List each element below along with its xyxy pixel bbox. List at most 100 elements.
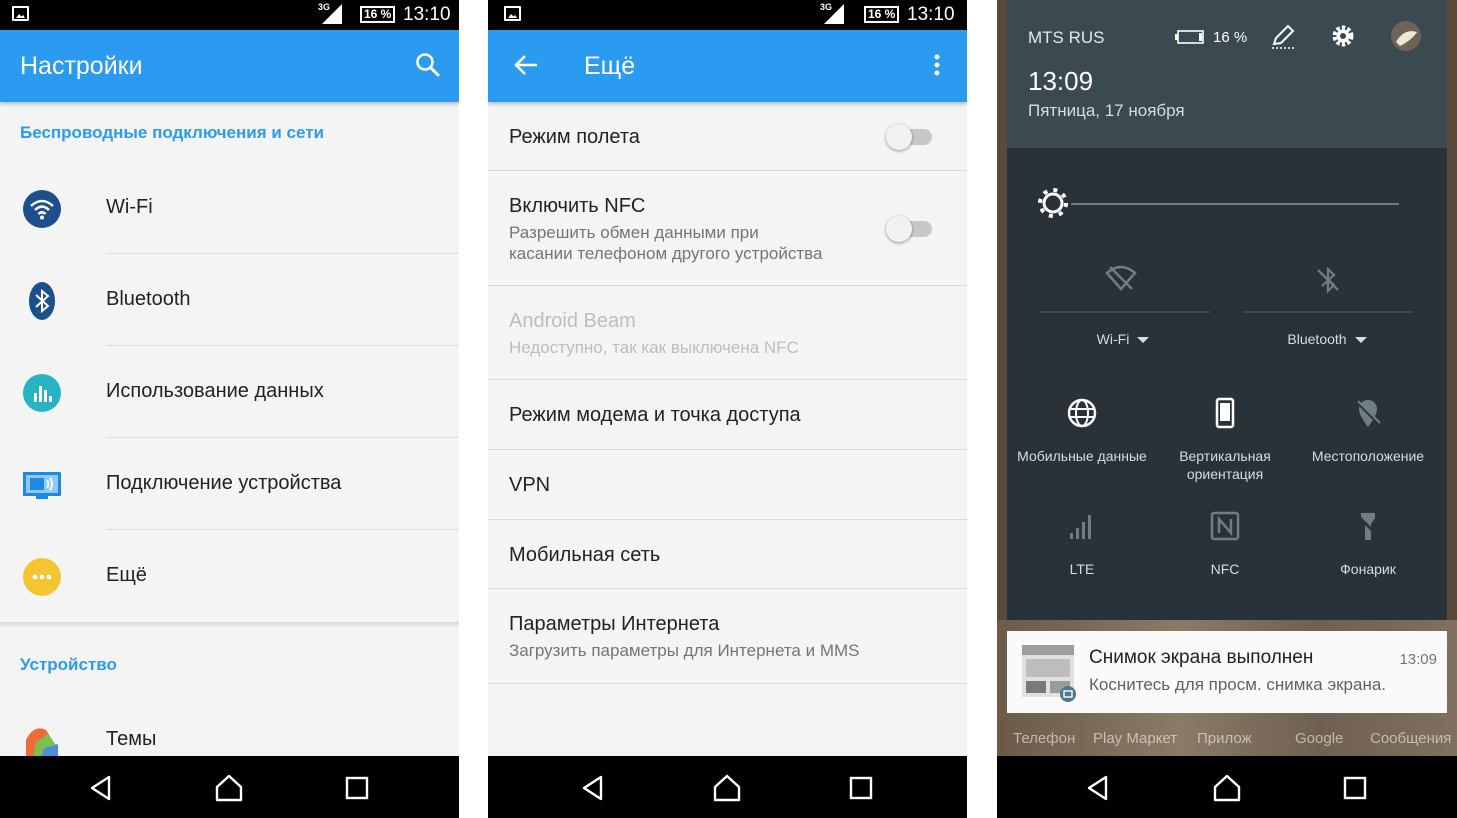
wifi-tile[interactable]: Wi-Fi xyxy=(1053,330,1193,348)
item-title: Android Beam xyxy=(509,310,636,332)
brightness-icon xyxy=(1038,188,1068,218)
quick-settings-screen: Телефон Play Маркет Прилож Google Сообще… xyxy=(997,0,1457,818)
section-wireless-header: Беспроводные подключения и сети xyxy=(20,123,325,142)
notification-time: 13:09 xyxy=(1399,651,1437,668)
nfc-tile[interactable]: NFC xyxy=(1155,560,1295,578)
settings-item-label: Ещё xyxy=(106,564,147,586)
dock-app-label: Телефон xyxy=(1013,730,1076,747)
user-avatar[interactable] xyxy=(1390,20,1422,52)
tile-label: Wi-Fi xyxy=(1096,331,1130,347)
globe-icon[interactable] xyxy=(1065,396,1099,430)
more-settings-screen: 3G 16 % 13:10 Ещё Режим полета Включить … xyxy=(488,0,967,818)
home-nav-icon[interactable] xyxy=(1212,773,1242,803)
mobile-data-tile[interactable]: Мобильные данные xyxy=(1012,447,1152,465)
item-subtitle: Загрузить параметры для Интернета и MMS xyxy=(509,641,860,660)
qs-clock: 13:09 xyxy=(1028,66,1094,96)
data-usage-icon xyxy=(23,374,61,412)
app-bar: Настройки xyxy=(0,30,459,102)
settings-item-device-connection[interactable]: Подключение устройства xyxy=(0,438,459,530)
settings-item-label: Использование данных xyxy=(106,380,324,402)
mobile-network-item[interactable]: Мобильная сеть xyxy=(488,520,967,589)
page-title: Ещё xyxy=(584,52,636,80)
phone-portrait-icon[interactable] xyxy=(1208,396,1242,430)
settings-item-label: Подключение устройства xyxy=(106,472,342,494)
device-connection-icon xyxy=(23,472,61,499)
flashlight-off-icon[interactable] xyxy=(1351,509,1385,543)
battery-indicator: 16 % xyxy=(360,6,396,23)
airplane-mode-item[interactable]: Режим полета xyxy=(488,102,967,171)
item-subtitle: Недоступно, так как выключена NFC xyxy=(509,338,799,357)
nfc-toggle[interactable] xyxy=(886,216,932,242)
item-title: Включить NFC xyxy=(509,195,646,217)
wifi-icon xyxy=(23,190,61,228)
clock: 13:10 xyxy=(403,4,451,25)
recents-nav-icon[interactable] xyxy=(846,773,876,803)
screenshot-thumbnail-icon xyxy=(1022,645,1076,702)
screenshot-notification[interactable]: Снимок экрана выполнен 13:09 Коснитесь д… xyxy=(1007,631,1447,713)
nfc-icon[interactable] xyxy=(1208,509,1242,543)
bluetooth-tile[interactable]: Bluetooth xyxy=(1257,330,1397,348)
settings-item-label: Темы xyxy=(106,728,157,750)
lte-tile[interactable]: LTE xyxy=(1012,560,1152,578)
nfc-item[interactable]: Включить NFC Разрешить обмен данными при… xyxy=(488,171,967,286)
signal-bars-icon[interactable] xyxy=(1065,509,1099,543)
dropdown-caret-icon xyxy=(1137,337,1150,344)
dropdown-caret-icon xyxy=(1354,337,1367,344)
search-icon[interactable] xyxy=(413,50,443,80)
clock: 13:10 xyxy=(907,4,955,25)
settings-item-label: Wi-Fi xyxy=(106,196,153,218)
back-arrow-icon[interactable] xyxy=(511,50,541,80)
tethering-item[interactable]: Режим модема и точка доступа xyxy=(488,380,967,450)
recents-nav-icon[interactable] xyxy=(342,773,372,803)
back-nav-icon[interactable] xyxy=(578,773,608,803)
notification-title: Снимок экрана выполнен xyxy=(1089,647,1314,668)
item-subtitle: касании телефоном другого устройства xyxy=(509,244,823,263)
settings-item-bluetooth[interactable]: Bluetooth xyxy=(0,254,459,346)
settings-gear-icon[interactable] xyxy=(1329,22,1357,50)
item-title: Режим модема и точка доступа xyxy=(509,404,801,426)
status-bar: 3G 16 % 13:10 xyxy=(0,0,459,30)
more-icon xyxy=(23,558,61,596)
recents-nav-icon[interactable] xyxy=(1340,773,1370,803)
brightness-slider[interactable] xyxy=(1071,203,1399,205)
dock-app-label: Сообщения xyxy=(1370,730,1452,747)
qs-date: Пятница, 17 ноября xyxy=(1028,101,1185,120)
navigation-bar xyxy=(997,756,1457,818)
overflow-menu-icon[interactable] xyxy=(922,50,952,80)
item-title: Мобильная сеть xyxy=(509,544,661,566)
signal-icon xyxy=(322,4,342,24)
screenshot-notification-icon xyxy=(12,6,29,21)
app-bar: Ещё xyxy=(488,30,967,102)
airplane-mode-toggle[interactable] xyxy=(886,124,932,150)
screenshot-notification-icon xyxy=(504,6,521,21)
settings-item-data-usage[interactable]: Использование данных xyxy=(0,346,459,438)
quick-settings-panel: Wi-Fi Bluetooth Мобильные данные Вертика… xyxy=(1007,148,1447,620)
item-subtitle: Разрешить обмен данными при xyxy=(509,223,759,242)
orientation-tile[interactable]: Вертикальная ориентация xyxy=(1155,447,1295,483)
dock-app-label: Google xyxy=(1295,730,1344,747)
flashlight-tile[interactable]: Фонарик xyxy=(1298,560,1438,578)
home-nav-icon[interactable] xyxy=(712,773,742,803)
back-nav-icon[interactable] xyxy=(1083,773,1113,803)
home-nav-icon[interactable] xyxy=(214,773,244,803)
item-title: Параметры Интернета xyxy=(509,613,720,635)
section-device-header: Устройство xyxy=(20,655,117,674)
battery-percent: 16 % xyxy=(1213,29,1248,46)
navigation-bar xyxy=(488,756,967,818)
dock-app-label: Play Маркет xyxy=(1093,730,1178,747)
settings-item-more[interactable]: Ещё xyxy=(0,530,459,622)
wifi-off-icon[interactable] xyxy=(1104,261,1138,295)
back-nav-icon[interactable] xyxy=(86,773,116,803)
status-bar: 3G 16 % 13:10 xyxy=(488,0,967,30)
internet-settings-item[interactable]: Параметры Интернета Загрузить параметры … xyxy=(488,589,967,684)
bluetooth-off-icon[interactable] xyxy=(1311,263,1345,297)
bluetooth-icon xyxy=(29,282,55,320)
vpn-item[interactable]: VPN xyxy=(488,450,967,520)
edit-icon[interactable] xyxy=(1269,22,1297,50)
signal-icon xyxy=(824,4,844,24)
section-separator xyxy=(0,622,459,628)
settings-item-wifi[interactable]: Wi-Fi xyxy=(0,162,459,254)
location-tile[interactable]: Местоположение xyxy=(1298,447,1438,465)
carrier-name: MTS RUS xyxy=(1028,28,1105,47)
location-off-icon[interactable] xyxy=(1351,396,1385,430)
